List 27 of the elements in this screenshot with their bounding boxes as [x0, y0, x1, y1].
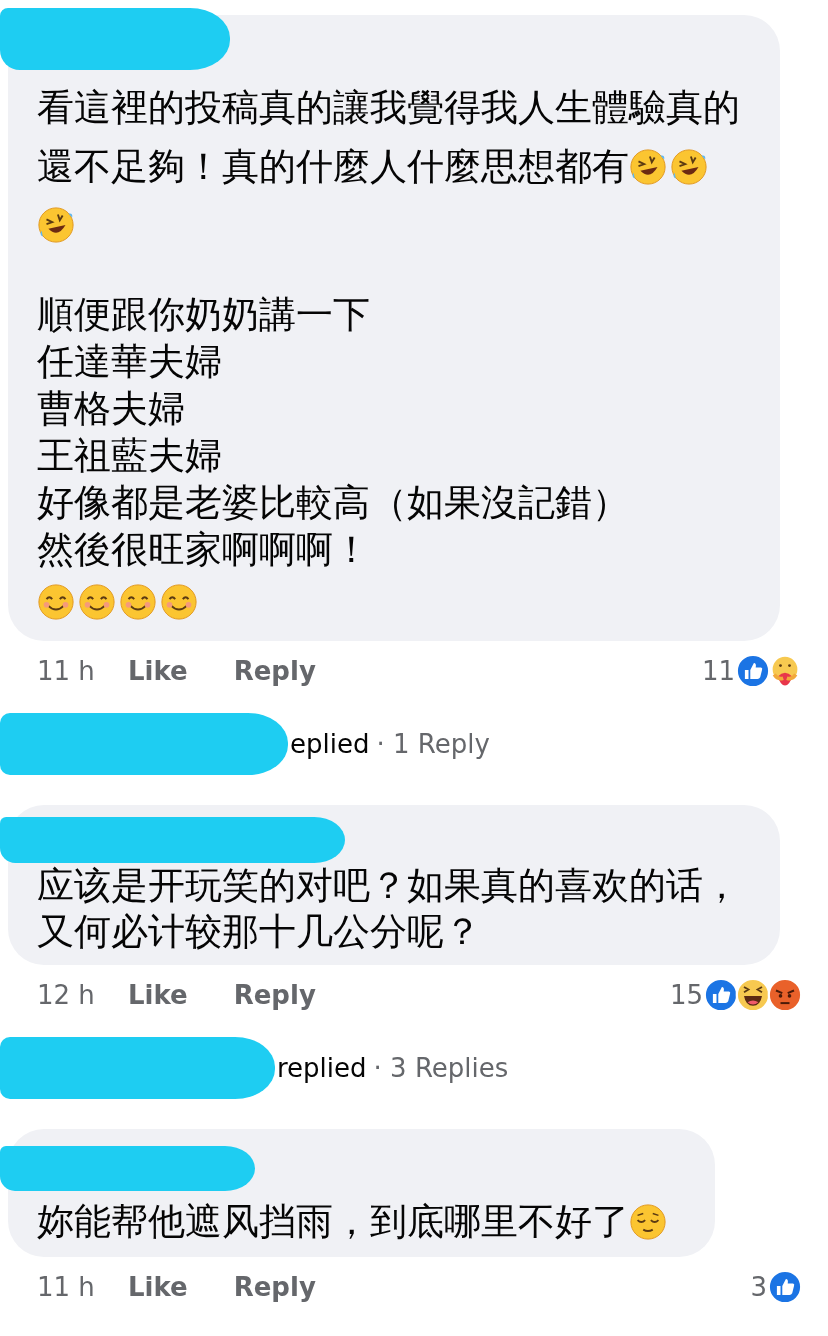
comment-time: 12 h [37, 980, 96, 1010]
like-link[interactable]: Like [128, 980, 188, 1010]
comment-text: 又何必计较那十几公分呢？ [37, 909, 481, 955]
comment-text: 看這裡的投稿真的讓我覺得我人生體驗真的 [37, 84, 740, 131]
comment-text: 任達華夫婦 [37, 338, 222, 385]
comment-time: 11 h [37, 656, 96, 686]
like-link[interactable]: Like [128, 1272, 188, 1302]
reaction-count: 3 [750, 1272, 767, 1302]
comment-text: 還不足夠！真的什麼人什麼思想都有 [37, 143, 629, 190]
reaction-count: 15 [669, 980, 703, 1010]
comment-text: 順便跟你奶奶講一下 [37, 291, 370, 338]
replies-link[interactable]: · 1 Reply [376, 729, 490, 759]
comment-time: 11 h [37, 1272, 96, 1302]
reaction-count: 11 [701, 656, 735, 686]
comment-text: 应该是开玩笑的对吧？如果真的喜欢的话， [37, 863, 740, 909]
comment-text: 曹格夫婦 [37, 385, 185, 432]
reply-link[interactable]: Reply [233, 656, 316, 686]
replied-text: eplied [290, 729, 370, 759]
comment-text: 好像都是老婆比較高（如果沒記錯） [37, 479, 629, 526]
replies-link[interactable]: · 3 Replies [373, 1053, 509, 1083]
comment-text: 王祖藍夫婦 [37, 432, 222, 479]
comment-text: 然後很旺家啊啊啊！ [37, 526, 370, 573]
reply-link[interactable]: Reply [233, 980, 316, 1010]
replied-text: replied [277, 1053, 367, 1083]
comment-text: 妳能帮他遮风挡雨，到底哪里不好了 [37, 1199, 629, 1245]
reply-link[interactable]: Reply [233, 1272, 316, 1302]
like-link[interactable]: Like [128, 656, 188, 686]
